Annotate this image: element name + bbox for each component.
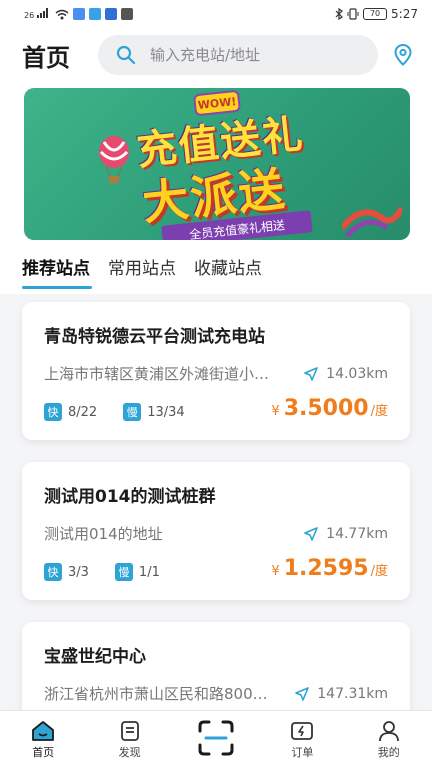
station-price: ¥ 1.2595 /度 [271,556,388,581]
nav-home-label: 首页 [32,745,55,759]
station-distance: 147.31km [295,686,388,702]
upload-notification-icon [120,8,133,20]
price-currency: ¥ [271,404,280,419]
bluetooth-icon [335,8,343,20]
header: 首页 [0,28,432,82]
promo-banner[interactable]: WOW! 充值送礼 大派送 全员充值豪礼相送 [24,88,410,240]
station-address: 测试用014的地址 [44,525,163,543]
scan-button[interactable] [193,715,239,761]
wifi-icon [55,9,69,19]
battery-level: 70 [369,9,381,18]
pile-availability: 快 8/22 慢 13/34 [44,403,185,421]
gift-decoration-icon [342,206,402,238]
search-input[interactable] [150,46,370,64]
slow-pile-badge: 慢 [114,563,133,581]
slow-pile-count: 1/1 [138,564,160,580]
station-name: 宝盛世纪中心 [44,647,146,667]
price-value: 3.5000 [283,396,369,421]
tab-recommended[interactable]: 推荐站点 [22,254,92,289]
location-button[interactable] [388,40,418,70]
navigation-arrow-icon[interactable] [304,366,318,381]
nav-discover-label: 发现 [118,745,141,759]
location-pin-icon [394,44,412,66]
order-icon [291,721,314,740]
nav-orders[interactable]: 订单 [272,720,332,760]
station-card[interactable]: 青岛特锐德云平台测试充电站 上海市市辖区黄浦区外滩街道小… 14.03km 快 … [22,302,410,440]
scan-icon [198,720,234,755]
tab-frequent[interactable]: 常用站点 [108,254,176,287]
nav-profile-label: 我的 [377,745,400,759]
station-address: 上海市市辖区黄浦区外滩街道小… [44,365,270,383]
signal-strength-text: 26 [24,11,35,20]
fast-pile-badge: 快 [44,403,62,421]
bottom-nav: 首页 发现 订单 我的 [0,710,432,768]
nav-orders-label: 订单 [291,745,314,759]
station-tabs: 推荐站点 常用站点 收藏站点 [22,254,262,289]
price-value: 1.2595 [283,556,369,581]
station-list: 青岛特锐德云平台测试充电站 上海市市辖区黄浦区外滩街道小… 14.03km 快 … [0,294,432,710]
tab-favorites[interactable]: 收藏站点 [194,254,262,287]
price-unit: /度 [370,404,388,419]
station-distance: 14.77km [304,526,388,542]
search-icon [116,45,136,65]
status-bar: 26 70 5:27 [0,0,432,28]
navigation-arrow-icon[interactable] [295,686,310,701]
price-currency: ¥ [271,564,280,579]
station-card[interactable]: 宝盛世纪中心 浙江省杭州市萧山区民和路800… 147.31km [22,622,410,710]
promo-banner-art: WOW! 充值送礼 大派送 全员充值豪礼相送 [24,88,410,240]
discover-icon [120,720,139,741]
clock: 5:27 [391,7,418,21]
page-title: 首页 [22,43,70,72]
status-bar-left: 26 [24,8,133,20]
distance-value: 147.31km [317,685,388,702]
app-notification-icon [104,8,117,20]
signal-icon: 26 [24,8,51,20]
search-bar[interactable] [98,35,378,75]
battery-icon: 70 [363,8,388,20]
home-content: WOW! 充值送礼 大派送 全员充值豪礼相送 推荐站点 常用站点 收藏站点 青岛… [0,82,432,710]
app-notification-icon [88,8,101,20]
station-card[interactable]: 测试用014的测试桩群 测试用014的地址 14.77km 快 3/3 慢 1/… [22,462,410,600]
station-distance: 14.03km [304,366,388,382]
profile-icon [378,720,399,741]
vibrate-icon [347,8,359,20]
nav-scan[interactable] [186,719,246,761]
distance-value: 14.77km [326,525,388,542]
price-unit: /度 [370,564,388,579]
app-notification-icon [72,8,85,20]
slow-pile-count: 13/34 [147,404,185,420]
nav-discover[interactable]: 发现 [100,720,160,760]
slow-pile-badge: 慢 [123,403,142,421]
fast-pile-count: 3/3 [68,564,89,580]
hot-air-balloon-icon [99,136,129,183]
home-icon [32,720,55,741]
nav-home[interactable]: 首页 [13,720,73,760]
station-address: 浙江省杭州市萧山区民和路800… [44,685,268,703]
nav-profile[interactable]: 我的 [359,720,419,760]
pile-availability: 快 3/3 慢 1/1 [44,563,160,581]
status-bar-right: 70 5:27 [335,7,418,21]
distance-value: 14.03km [326,365,388,382]
navigation-arrow-icon[interactable] [304,526,318,541]
station-name: 测试用014的测试桩群 [44,487,216,507]
fast-pile-count: 8/22 [68,404,98,420]
station-price: ¥ 3.5000 /度 [271,396,388,421]
fast-pile-badge: 快 [44,563,62,581]
station-name: 青岛特锐德云平台测试充电站 [44,327,265,347]
